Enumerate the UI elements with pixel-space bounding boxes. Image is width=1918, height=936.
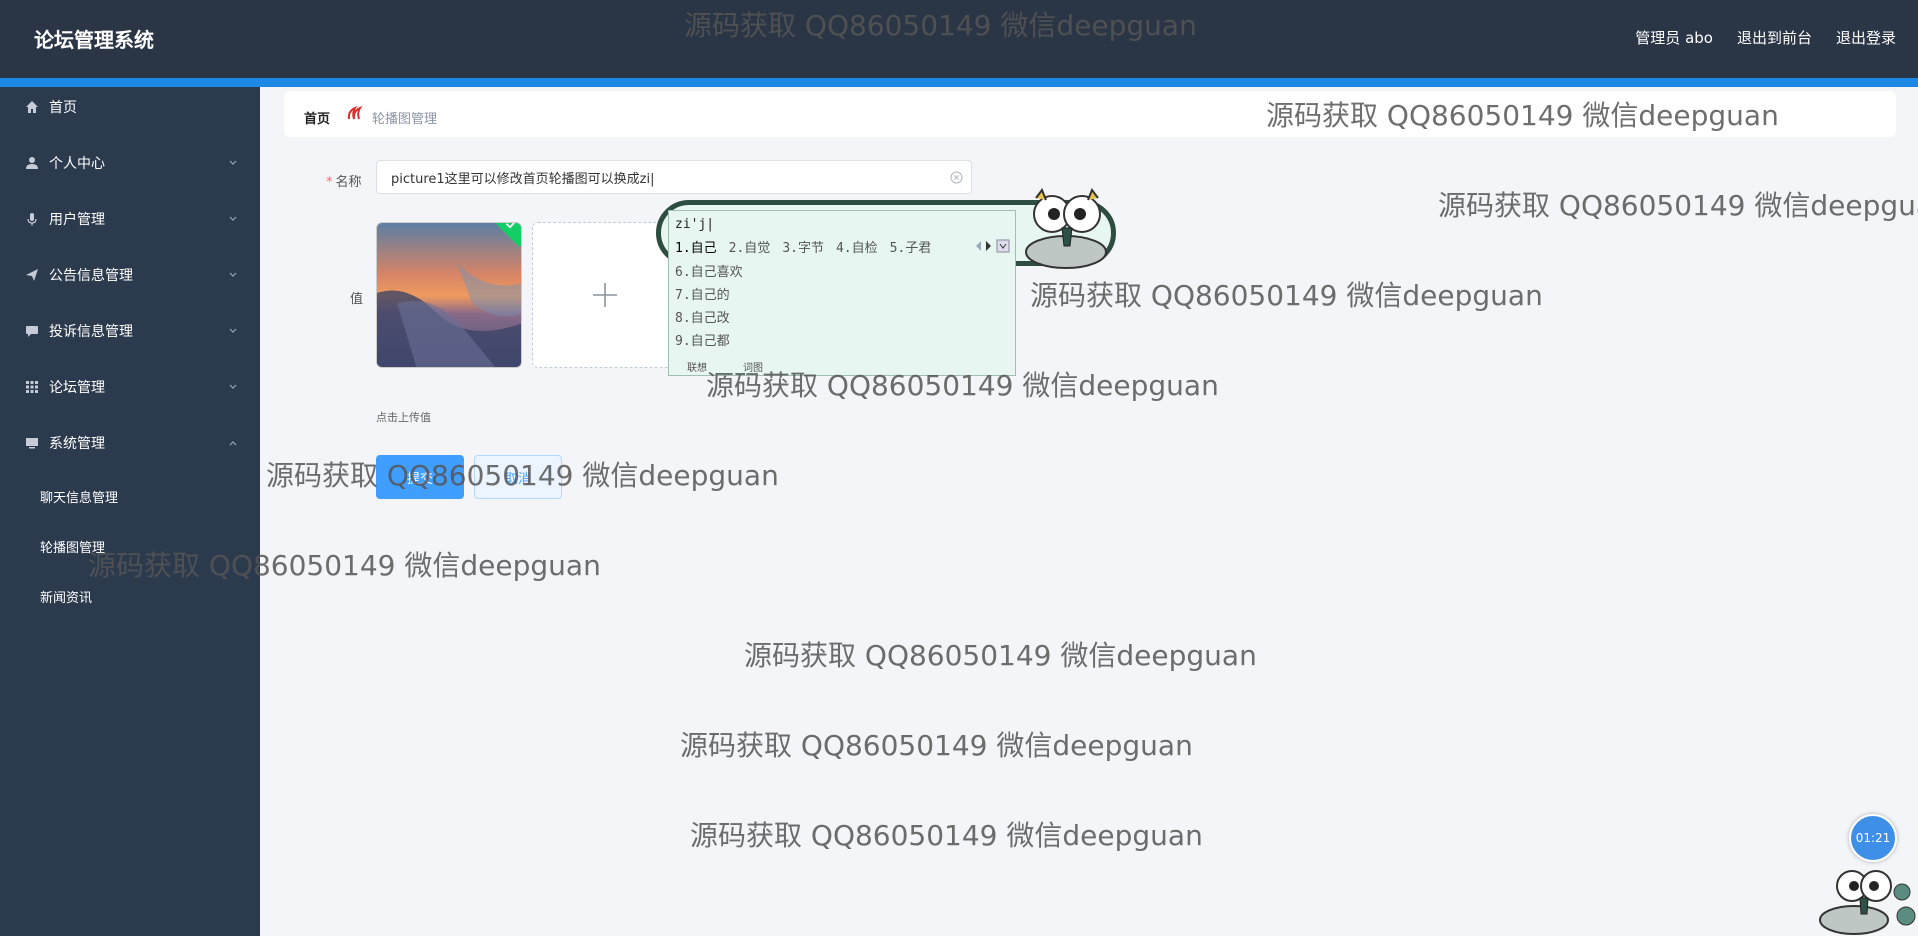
sidebar-subitem-carousel[interactable]: 轮播图管理 xyxy=(40,537,105,556)
ime-candidate[interactable]: 1.自己 xyxy=(675,237,717,256)
top-header: 论坛管理系统 管理员 abo 退出到前台 退出登录 xyxy=(0,0,1918,78)
name-label: * 名称 xyxy=(326,175,362,190)
chevron-down-icon xyxy=(229,384,237,389)
value-label: 值 xyxy=(350,292,364,307)
ime-candidate[interactable]: 2.自觉 xyxy=(729,237,771,256)
sidebar: 首页 个人中心 用户管理 公告信息管理 投诉信息管理 论坛管理 系统管理 聊天信… xyxy=(0,87,260,936)
ime-footer-tab[interactable]: 联想 xyxy=(687,359,707,374)
ime-candidate[interactable]: 8.自己改 xyxy=(675,307,743,330)
sidebar-subitem-news[interactable]: 新闻资讯 xyxy=(40,587,92,606)
sunset-lake-image xyxy=(377,223,521,367)
uploaded-image-thumbnail[interactable] xyxy=(376,222,522,368)
sidebar-item-announcements[interactable]: 公告信息管理 xyxy=(0,255,260,295)
corner-mascot-icon xyxy=(1819,870,1916,935)
ime-candidate-row: 1.自己 2.自觉 3.字节 4.自检 5.子君 xyxy=(675,237,931,256)
breadcrumb-current: 轮播图管理 xyxy=(372,112,438,127)
plus-icon xyxy=(593,283,617,307)
chevron-up-icon xyxy=(229,441,237,446)
sidebar-item-label: 个人中心 xyxy=(49,156,105,172)
chevron-down-icon xyxy=(229,328,237,333)
breadcrumb: 首页 轮播图管理 xyxy=(284,91,1896,137)
top-nav: 管理员 abo 退出到前台 退出登录 xyxy=(1635,27,1896,48)
sidebar-item-system[interactable]: 系统管理 xyxy=(0,423,260,463)
recording-timer[interactable]: 01:21 xyxy=(1849,814,1897,862)
chat-icon xyxy=(24,323,40,339)
ime-candidate-window: zi'j| 1.自己 2.自觉 3.字节 4.自检 5.子君 6.自己喜欢 7.… xyxy=(668,210,1016,376)
ime-candidate-list: 6.自己喜欢 7.自己的 8.自己改 9.自己都 xyxy=(675,261,743,353)
ime-pinyin: zi'j| xyxy=(675,217,715,232)
ime-candidate[interactable]: 4.自检 xyxy=(836,237,878,256)
chevron-down-icon xyxy=(229,272,237,277)
sidebar-item-forum[interactable]: 论坛管理 xyxy=(0,367,260,407)
ime-mascot-icon xyxy=(1025,188,1107,269)
admin-user-label[interactable]: 管理员 abo xyxy=(1635,27,1713,48)
user-icon xyxy=(24,155,40,171)
sidebar-item-label: 用户管理 xyxy=(49,212,105,228)
submit-button[interactable]: 提交 xyxy=(376,455,464,499)
breadcrumb-home[interactable]: 首页 xyxy=(304,108,330,127)
ime-candidate[interactable]: 9.自己都 xyxy=(675,330,743,353)
sidebar-item-home[interactable]: 首页 xyxy=(0,87,260,127)
clear-icon[interactable] xyxy=(950,171,963,184)
name-input[interactable]: picture1这里可以修改首页轮播图可以换成zi| xyxy=(376,160,972,194)
microphone-icon xyxy=(24,211,40,227)
ime-candidate[interactable]: 6.自己喜欢 xyxy=(675,261,743,284)
sidebar-item-label: 公告信息管理 xyxy=(49,268,133,284)
ime-candidate[interactable]: 5.子君 xyxy=(890,237,932,256)
app-title: 论坛管理系统 xyxy=(34,28,154,52)
paper-plane-icon xyxy=(24,267,40,283)
ime-footer-tab[interactable]: 词图 xyxy=(743,359,763,374)
sidebar-item-label: 投诉信息管理 xyxy=(49,324,133,340)
ime-candidate[interactable]: 7.自己的 xyxy=(675,284,743,307)
sidebar-item-profile[interactable]: 个人中心 xyxy=(0,143,260,183)
breadcrumb-separator-icon xyxy=(347,105,363,120)
sidebar-subitem-chat[interactable]: 聊天信息管理 xyxy=(40,487,118,506)
sidebar-item-label: 论坛管理 xyxy=(49,380,105,396)
cancel-button[interactable]: 取消 xyxy=(474,455,562,499)
check-icon xyxy=(505,223,518,229)
upload-tip: 点击上传值 xyxy=(376,411,431,424)
sidebar-item-label: 首页 xyxy=(49,100,77,116)
ime-candidate[interactable]: 3.字节 xyxy=(782,237,824,256)
ime-page-arrows-icon[interactable] xyxy=(973,239,1011,253)
logout-link[interactable]: 退出登录 xyxy=(1836,27,1896,48)
home-icon xyxy=(24,99,40,115)
sidebar-item-label: 系统管理 xyxy=(49,436,105,452)
name-input-value: picture1这里可以修改首页轮播图可以换成zi| xyxy=(391,171,655,187)
header-accent-bar xyxy=(0,78,1918,87)
exit-to-frontend-link[interactable]: 退出到前台 xyxy=(1737,27,1812,48)
chevron-down-icon xyxy=(229,216,237,221)
monitor-icon xyxy=(24,435,40,451)
sidebar-item-complaints[interactable]: 投诉信息管理 xyxy=(0,311,260,351)
chevron-down-icon xyxy=(229,160,237,165)
grid-icon xyxy=(24,379,40,395)
upload-button[interactable] xyxy=(532,222,678,368)
ime-footer: 联想 词图 xyxy=(687,359,763,374)
sidebar-item-users[interactable]: 用户管理 xyxy=(0,199,260,239)
